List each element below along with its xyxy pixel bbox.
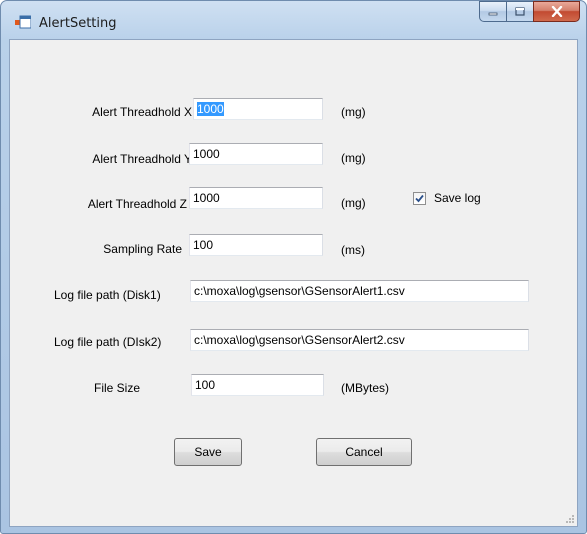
alert-setting-window: AlertSetting Alert Threadhold X 1000 (mg… [0,0,587,534]
alert-threshold-x-label: Alert Threadhold X [92,105,192,119]
sampling-rate-unit: (ms) [341,243,365,257]
log-path-disk1-input[interactable]: c:\moxa\log\gsensor\GSensorAlert1.csv [190,280,529,302]
alert-threshold-y-value: 1000 [193,147,220,161]
log-path-disk2-input[interactable]: c:\moxa\log\gsensor\GSensorAlert2.csv [190,329,529,351]
save-log-checkbox[interactable] [413,192,426,205]
cancel-button[interactable]: Cancel [316,438,412,466]
alert-threshold-z-value: 1000 [193,191,220,205]
caption-buttons [479,1,580,23]
save-log-label[interactable]: Save log [434,191,481,205]
title-bar[interactable]: AlertSetting [1,1,586,39]
alert-threshold-z-label: Alert Threadhold Z [87,197,187,211]
sampling-rate-value: 100 [193,238,214,252]
app-icon [15,15,31,29]
alert-threshold-x-input[interactable]: 1000 [193,98,323,120]
alert-threshold-y-unit: (mg) [341,151,366,165]
minimize-button[interactable] [479,1,506,22]
minimize-icon [488,12,498,15]
maximize-button[interactable] [506,1,533,22]
alert-threshold-y-label: Alert Threadhold Y [92,152,192,166]
file-size-input[interactable]: 100 [191,374,324,396]
dialog-client-area: Alert Threadhold X 1000 (mg) Alert Threa… [9,39,578,527]
file-size-label: File Size [94,381,141,395]
file-size-unit: (MBytes) [341,381,389,395]
file-size-value: 100 [195,378,216,392]
close-icon [551,6,562,17]
sampling-rate-label: Sampling Rate [103,242,182,256]
log-path-disk2-label: Log file path (DIsk2) [54,335,162,349]
resize-grip-icon[interactable] [565,514,575,524]
maximize-icon [515,6,525,16]
checkmark-icon [415,194,424,203]
alert-threshold-x-unit: (mg) [341,105,366,119]
sampling-rate-input[interactable]: 100 [189,234,323,256]
alert-threshold-z-input[interactable]: 1000 [189,187,323,209]
log-path-disk1-value: c:\moxa\log\gsensor\GSensorAlert1.csv [194,284,405,298]
alert-threshold-y-input[interactable]: 1000 [189,143,323,165]
log-path-disk1-label: Log file path (Disk1) [54,288,161,302]
close-button[interactable] [533,1,580,22]
window-title: AlertSetting [39,16,117,31]
alert-threshold-x-value: 1000 [197,102,224,116]
save-button[interactable]: Save [174,438,242,466]
alert-threshold-z-unit: (mg) [341,196,366,210]
log-path-disk2-value: c:\moxa\log\gsensor\GSensorAlert2.csv [194,333,405,347]
